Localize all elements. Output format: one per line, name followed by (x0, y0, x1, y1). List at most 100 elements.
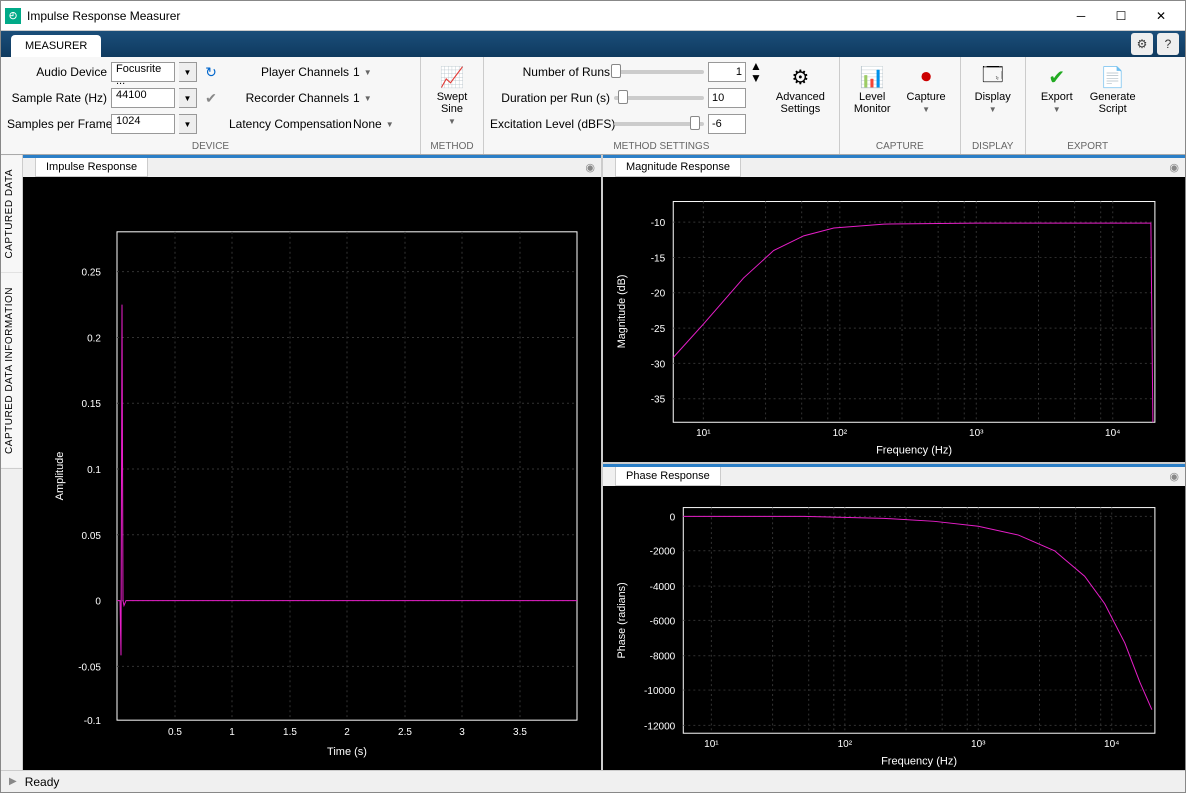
svg-text:Phase (radians): Phase (radians) (616, 582, 628, 658)
svg-text:-10000: -10000 (644, 686, 676, 697)
display-button[interactable]: 🗔 Display ▼ (967, 61, 1019, 118)
duration-label: Duration per Run (s) (490, 91, 610, 105)
level-monitor-button[interactable]: 📊 Level Monitor (846, 61, 899, 119)
app-window: ◴ Impulse Response Measurer ─ ☐ ✕ MEASUR… (0, 0, 1186, 793)
svg-text:0.05: 0.05 (82, 531, 102, 542)
svg-text:Amplitude: Amplitude (54, 452, 66, 501)
apply-icon[interactable]: ✔ (201, 88, 221, 108)
svg-text:-6000: -6000 (650, 616, 676, 627)
impulse-plot-pane: Impulse Response ◉ 0.250.20.150.10.050-0… (23, 155, 601, 770)
generate-script-button[interactable]: 📄 Generate Script (1082, 61, 1144, 119)
svg-text:Time (s): Time (s) (327, 746, 367, 758)
excitation-label: Excitation Level (dBFS) (490, 117, 610, 131)
latency-comp-label: Latency Compensation (229, 117, 349, 131)
impulse-menu-icon[interactable]: ◉ (585, 161, 595, 174)
samples-frame-label: Samples per Frame (7, 117, 107, 131)
status-bar: ▶ Ready (1, 770, 1185, 792)
magnitude-plot-pane: Magnitude Response ◉ -10-15-20-25-30-35 (603, 155, 1185, 464)
svg-text:10²: 10² (833, 428, 848, 439)
svg-text:-0.05: -0.05 (78, 662, 101, 673)
svg-text:0: 0 (95, 597, 101, 608)
svg-text:-10: -10 (651, 218, 666, 229)
impulse-tab[interactable]: Impulse Response (35, 158, 148, 177)
maximize-button[interactable]: ☐ (1101, 2, 1141, 30)
export-button[interactable]: ✔ Export ▼ (1032, 61, 1082, 118)
status-text: Ready (25, 775, 60, 789)
svg-text:-15: -15 (651, 253, 666, 264)
svg-text:-4000: -4000 (650, 582, 676, 593)
group-export-label: EXPORT (1032, 139, 1144, 154)
group-method: 📈 Swept Sine ▼ METHOD (421, 57, 484, 154)
samples-frame-input[interactable]: 1024 (111, 114, 175, 134)
svg-text:10³: 10³ (969, 428, 984, 439)
svg-text:1: 1 (229, 727, 235, 738)
svg-text:10¹: 10¹ (696, 428, 711, 439)
help-icon[interactable]: ? (1157, 33, 1179, 55)
script-icon: 📄 (1101, 65, 1125, 89)
level-monitor-icon: 📊 (860, 65, 884, 89)
sample-rate-label: Sample Rate (Hz) (7, 91, 107, 105)
ribbon-tabs: MEASURER ⚙ ? (1, 31, 1185, 57)
svg-text:0.15: 0.15 (82, 399, 102, 410)
swept-sine-button[interactable]: 📈 Swept Sine ▼ (427, 61, 477, 130)
group-capture-label: CAPTURE (846, 139, 954, 154)
duration-input[interactable]: 10 (708, 88, 746, 108)
svg-text:-30: -30 (651, 359, 666, 370)
recorder-channels-label: Recorder Channels (229, 91, 349, 105)
player-channels-dropdown[interactable]: ▼ (364, 68, 372, 77)
magnitude-menu-icon[interactable]: ◉ (1169, 161, 1179, 174)
player-channels-label: Player Channels (229, 65, 349, 79)
svg-text:0.1: 0.1 (87, 465, 101, 476)
svg-text:-35: -35 (651, 395, 666, 406)
audio-device-dropdown[interactable]: ▼ (179, 62, 197, 82)
excitation-input[interactable]: -6 (708, 114, 746, 134)
runs-input[interactable]: 1 (708, 62, 746, 82)
svg-text:-0.1: -0.1 (84, 716, 102, 727)
advanced-settings-button[interactable]: ⚙ Advanced Settings (768, 61, 833, 119)
chevron-down-icon: ▼ (1053, 105, 1061, 114)
display-icon: 🗔 (981, 65, 1005, 89)
chevron-down-icon: ▼ (448, 117, 456, 126)
svg-text:0.5: 0.5 (168, 727, 182, 738)
export-icon: ✔ (1045, 65, 1069, 89)
svg-text:3: 3 (459, 727, 465, 738)
tab-measurer[interactable]: MEASURER (11, 35, 101, 57)
sidetab-captured-info[interactable]: CAPTURED DATA INFORMATION (1, 273, 22, 469)
settings-icon[interactable]: ⚙ (1131, 33, 1153, 55)
recorder-channels-value[interactable]: 1 (353, 91, 360, 105)
samples-frame-dropdown[interactable]: ▼ (179, 114, 197, 134)
play-icon[interactable]: ▶ (9, 776, 17, 787)
plots-area: Impulse Response ◉ 0.250.20.150.10.050-0… (23, 155, 1185, 770)
latency-comp-dropdown[interactable]: ▼ (386, 120, 394, 129)
phase-chart: 0-2000-4000-6000-8000-10000-12000 10¹10²… (603, 486, 1185, 771)
close-button[interactable]: ✕ (1141, 2, 1181, 30)
capture-button[interactable]: ⏺ Capture ▼ (899, 61, 954, 118)
recorder-channels-dropdown[interactable]: ▼ (364, 94, 372, 103)
impulse-chart: 0.250.20.150.10.050-0.05-0.1 0.511.522.5… (23, 177, 601, 770)
audio-device-select[interactable]: Focusrite ... (111, 62, 175, 82)
svg-text:0.25: 0.25 (82, 268, 102, 279)
group-display-label: DISPLAY (967, 139, 1019, 154)
phase-tab[interactable]: Phase Response (615, 467, 721, 486)
svg-text:-8000: -8000 (650, 651, 676, 662)
phase-menu-icon[interactable]: ◉ (1169, 470, 1179, 483)
magnitude-chart: -10-15-20-25-30-35 10¹10²10³10⁴ Frequenc… (603, 177, 1185, 462)
runs-stepper[interactable]: ▲▼ (750, 60, 762, 84)
runs-slider[interactable] (614, 70, 704, 74)
svg-text:-12000: -12000 (644, 721, 676, 732)
sample-rate-input[interactable]: 44100 (111, 88, 175, 108)
runs-label: Number of Runs (490, 65, 610, 79)
duration-slider[interactable] (614, 96, 704, 100)
latency-comp-value[interactable]: None (353, 117, 382, 131)
sample-rate-dropdown[interactable]: ▼ (179, 88, 197, 108)
excitation-slider[interactable] (614, 122, 704, 126)
toolbar: Audio Device Focusrite ...▼ ↻ Sample Rat… (1, 57, 1185, 155)
magnitude-tab[interactable]: Magnitude Response (615, 158, 741, 177)
record-icon: ⏺ (914, 65, 938, 89)
svg-text:1.5: 1.5 (283, 727, 297, 738)
minimize-button[interactable]: ─ (1061, 2, 1101, 30)
player-channels-value[interactable]: 1 (353, 65, 360, 79)
sidetab-captured-data[interactable]: CAPTURED DATA (1, 155, 22, 273)
refresh-icon[interactable]: ↻ (201, 62, 221, 82)
group-method-label: METHOD (427, 139, 477, 154)
